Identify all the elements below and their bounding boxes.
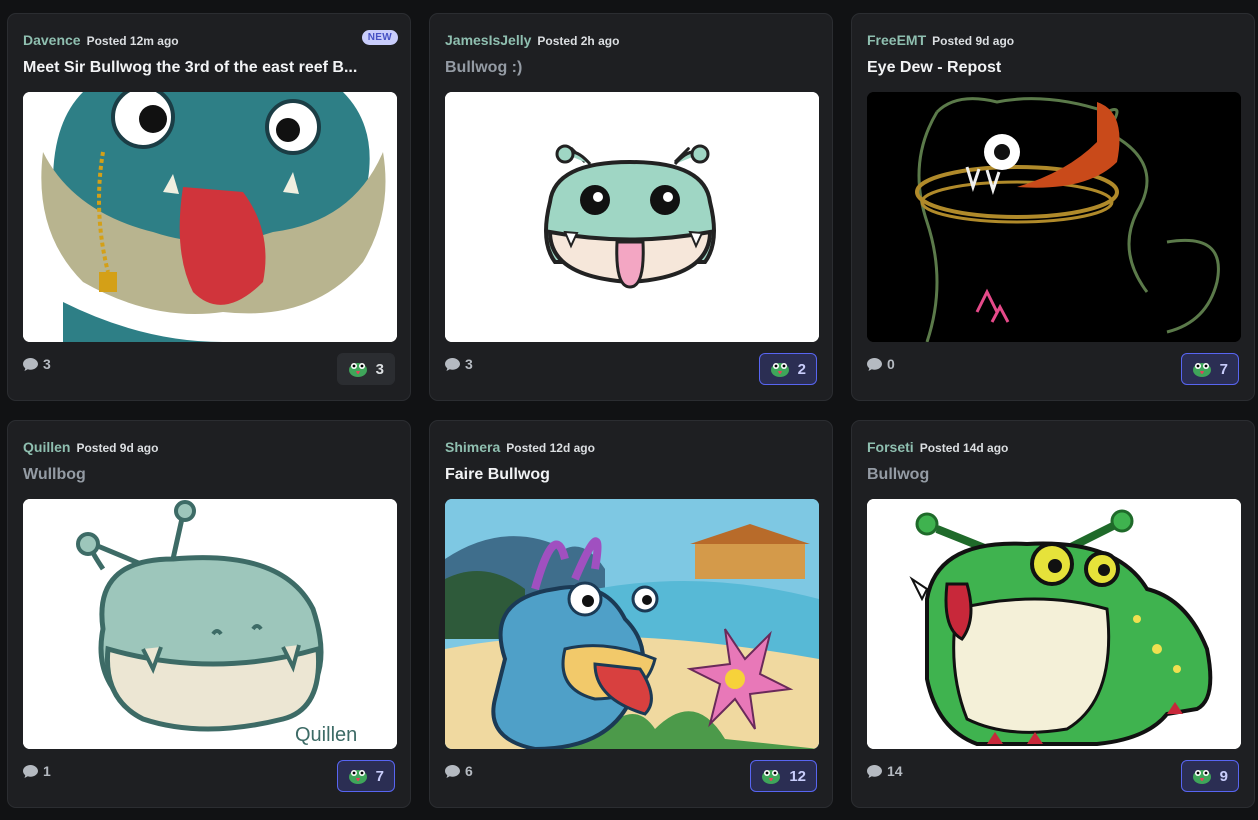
comment-count-value: 6: [465, 763, 473, 779]
doodle-bullwog: Quillen: [23, 499, 397, 749]
post-footer: 3 3: [23, 350, 395, 385]
reaction-count: 2: [797, 360, 806, 378]
reaction-button[interactable]: 3: [336, 353, 395, 385]
comment-count-value: 3: [465, 356, 473, 372]
post-author[interactable]: Shimera: [445, 439, 500, 455]
post-header: Forseti Posted 14d ago: [867, 439, 1242, 459]
reaction-button[interactable]: 9: [1180, 760, 1239, 792]
reaction-button[interactable]: 2: [758, 353, 817, 385]
post-image[interactable]: Quillen: [23, 499, 397, 749]
post-card[interactable]: Quillen Posted 9d ago Wullbog Quillen 1: [7, 420, 411, 808]
post-author[interactable]: Forseti: [867, 439, 914, 455]
post-grid: Davence Posted 12m ago NEW Meet Sir Bullw…: [0, 0, 1258, 820]
comment-count-value: 14: [887, 763, 903, 779]
speech-bubble-icon: [445, 764, 460, 778]
post-author[interactable]: Davence: [23, 32, 81, 48]
comment-count[interactable]: 1: [23, 763, 51, 779]
bullwog-emoji-icon: [770, 363, 789, 377]
post-footer: 6 12: [445, 757, 817, 792]
post-time: Posted 9d ago: [76, 441, 159, 455]
post-card[interactable]: JamesIsJelly Posted 2h ago Bullwog :) 3 …: [429, 13, 833, 401]
post-header: Davence Posted 12m ago NEW: [23, 30, 398, 52]
bullwog-emoji-icon: [348, 363, 367, 377]
reaction-count: 7: [1219, 360, 1228, 378]
neon-sketch-bullwog: [867, 92, 1241, 342]
post-time: Posted 14d ago: [919, 441, 1009, 455]
post-card[interactable]: Forseti Posted 14d ago Bullwog 14 9: [851, 420, 1255, 808]
post-author[interactable]: Quillen: [23, 439, 70, 455]
speech-bubble-icon: [445, 357, 460, 371]
speech-bubble-icon: [23, 357, 38, 371]
post-header: JamesIsJelly Posted 2h ago: [445, 32, 820, 52]
comment-count-value: 3: [43, 356, 51, 372]
post-time: Posted 12m ago: [86, 34, 179, 48]
post-image[interactable]: [445, 92, 819, 342]
post-title[interactable]: Eye Dew - Repost: [867, 59, 1239, 77]
post-title[interactable]: Wullbog: [23, 466, 395, 484]
post-footer: 14 9: [867, 757, 1239, 792]
post-time: Posted 12d ago: [506, 441, 595, 455]
post-footer: 3 2: [445, 350, 817, 385]
speech-bubble-icon: [867, 357, 882, 371]
bullwog-emoji-icon: [1192, 363, 1211, 377]
speech-bubble-icon: [867, 764, 882, 778]
post-header: FreeEMT Posted 9d ago: [867, 32, 1242, 52]
post-image[interactable]: [867, 499, 1241, 749]
post-title[interactable]: Faire Bullwog: [445, 466, 817, 484]
comment-count-value: 0: [887, 356, 895, 372]
pixel-green-bullwog: [867, 499, 1241, 749]
bullwog-emoji-icon: [348, 770, 367, 784]
frog-face-tongue-illustration: [23, 92, 397, 342]
post-image[interactable]: [23, 92, 397, 342]
comment-count[interactable]: 3: [23, 356, 51, 372]
post-title[interactable]: Bullwog: [867, 466, 1239, 484]
comment-count[interactable]: 6: [445, 763, 473, 779]
bullwog-emoji-icon: [762, 770, 781, 784]
reaction-button[interactable]: 12: [750, 760, 817, 792]
comment-count[interactable]: 0: [867, 356, 895, 372]
post-time: Posted 2h ago: [537, 34, 620, 48]
reaction-button[interactable]: 7: [336, 760, 395, 792]
reaction-count: 12: [789, 767, 806, 785]
bullwog-beach-scene: [445, 499, 819, 749]
post-card[interactable]: FreeEMT Posted 9d ago Eye Dew - Repost 0: [851, 13, 1255, 401]
new-badge: NEW: [361, 30, 398, 45]
post-title[interactable]: Bullwog :): [445, 59, 817, 77]
post-header: Shimera Posted 12d ago: [445, 439, 820, 459]
reaction-count: 3: [375, 360, 384, 378]
post-footer: 0 7: [867, 350, 1239, 385]
post-image[interactable]: [867, 92, 1241, 342]
post-author[interactable]: FreeEMT: [867, 32, 926, 48]
comment-count[interactable]: 3: [445, 356, 473, 372]
post-title[interactable]: Meet Sir Bullwog the 3rd of the east ree…: [23, 59, 395, 77]
reaction-count: 7: [375, 767, 384, 785]
speech-bubble-icon: [23, 764, 38, 778]
post-author[interactable]: JamesIsJelly: [445, 32, 531, 48]
post-time: Posted 9d ago: [932, 34, 1015, 48]
post-footer: 1 7: [23, 757, 395, 792]
post-header: Quillen Posted 9d ago: [23, 439, 398, 459]
bullwog-emoji-icon: [1192, 770, 1211, 784]
post-card[interactable]: Davence Posted 12m ago NEW Meet Sir Bullw…: [7, 13, 411, 401]
reaction-count: 9: [1219, 767, 1228, 785]
artist-signature: Quillen: [295, 724, 357, 746]
cartoon-bullwog-head: [445, 92, 819, 342]
post-image[interactable]: [445, 499, 819, 749]
comment-count[interactable]: 14: [867, 763, 903, 779]
reaction-button[interactable]: 7: [1180, 353, 1239, 385]
post-card[interactable]: Shimera Posted 12d ago Faire Bullwog 6 1…: [429, 420, 833, 808]
comment-count-value: 1: [43, 763, 51, 779]
